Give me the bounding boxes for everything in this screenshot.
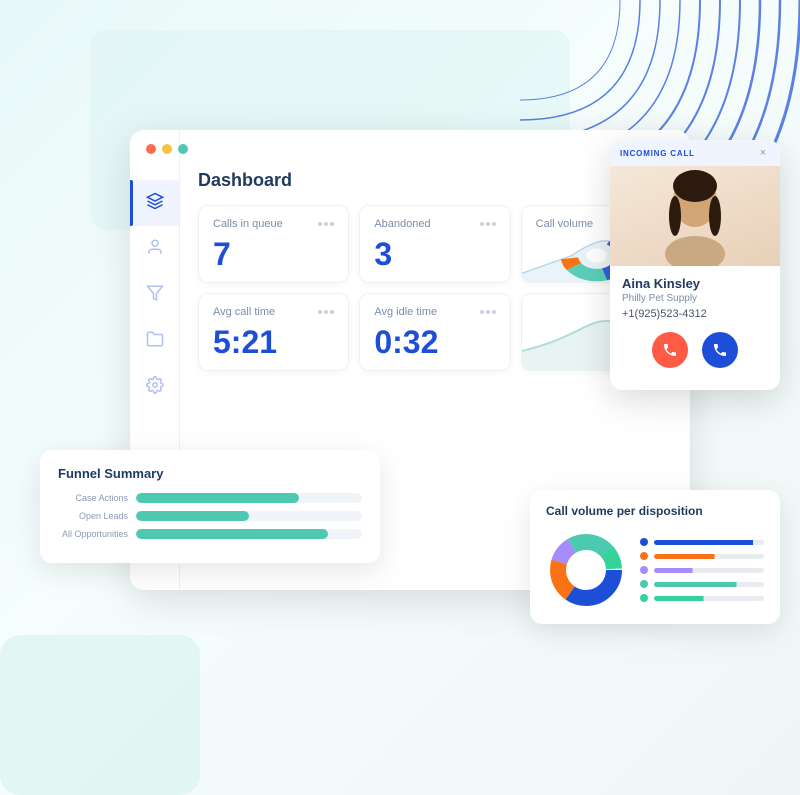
metric-idletime-menu[interactable] (480, 310, 496, 314)
metric-calls-label: Calls in queue (213, 218, 283, 230)
metric-calls-header: Calls in queue (213, 218, 334, 230)
metric-abandoned-menu[interactable] (480, 222, 496, 226)
funnel-title: Funnel Summary (58, 466, 362, 481)
legend-item-4 (640, 580, 764, 588)
legend-dot-3 (640, 566, 648, 574)
metric-abandoned-header: Abandoned (374, 218, 495, 230)
user-icon (146, 238, 164, 261)
window-close-dot[interactable] (146, 144, 156, 154)
dot3 (492, 222, 496, 226)
sidebar-item-dashboard[interactable] (130, 180, 179, 226)
dot3 (492, 310, 496, 314)
sidebar-item-files[interactable] (130, 318, 179, 364)
funnel-row-case-actions: Case Actions (58, 493, 362, 503)
funnel-label-all-opps: All Opportunities (58, 529, 128, 539)
window-minimize-dot[interactable] (162, 144, 172, 154)
legend-item-3 (640, 566, 764, 574)
metrics-grid: Calls in queue 7 Abandoned (198, 205, 672, 371)
dot1 (480, 222, 484, 226)
funnel-bar-fill-1 (136, 493, 299, 503)
metric-avg-call-time: Avg call time 5:21 (198, 293, 349, 371)
metric-calltime-header: Avg call time (213, 306, 334, 318)
metric-calls-menu[interactable] (318, 222, 334, 226)
window-maximize-dot[interactable] (178, 144, 188, 154)
metric-idletime-value: 0:32 (374, 326, 495, 358)
window-controls (146, 144, 188, 154)
filter-icon (146, 284, 164, 307)
caller-name: Aina Kinsley (622, 276, 768, 291)
call-decline-button[interactable] (652, 332, 688, 368)
caller-info: Aina Kinsley Philly Pet Supply +1(925)52… (610, 266, 780, 390)
metric-avg-idle-time: Avg idle time 0:32 (359, 293, 510, 371)
funnel-summary-card: Funnel Summary Case Actions Open Leads A… (40, 450, 380, 563)
incoming-label: INCOMING CALL (620, 149, 695, 158)
dot1 (318, 310, 322, 314)
funnel-label-open-leads: Open Leads (58, 511, 128, 521)
incoming-call-close-button[interactable]: × (756, 146, 770, 160)
legend-items (640, 538, 764, 602)
legend-item-5 (640, 594, 764, 602)
incoming-call-card: INCOMING CALL × Aina Kinsley Philly Pet … (610, 140, 780, 390)
legend-dot-1 (640, 538, 648, 546)
funnel-bar-fill-3 (136, 529, 328, 539)
dot1 (318, 222, 322, 226)
disposition-card: Call volume per disposition (530, 490, 780, 624)
caller-company: Philly Pet Supply (622, 293, 768, 304)
dot1 (480, 310, 484, 314)
funnel-row-all-opps: All Opportunities (58, 529, 362, 539)
metric-idletime-header: Avg idle time (374, 306, 495, 318)
legend-dot-4 (640, 580, 648, 588)
legend-item-2 (640, 552, 764, 560)
legend-bar-2 (654, 554, 764, 559)
caller-photo (610, 166, 780, 266)
metric-calltime-value: 5:21 (213, 326, 334, 358)
call-actions (622, 332, 768, 380)
funnel-bar-bg-2 (136, 511, 362, 521)
metric-calltime-label: Avg call time (213, 306, 275, 318)
funnel-label-case-actions: Case Actions (58, 493, 128, 503)
metric-abandoned-label: Abandoned (374, 218, 430, 230)
dot3 (330, 310, 334, 314)
dot2 (324, 222, 328, 226)
funnel-bar-bg-3 (136, 529, 362, 539)
sidebar-item-users[interactable] (130, 226, 179, 272)
dot2 (486, 310, 490, 314)
funnel-bar-fill-2 (136, 511, 249, 521)
funnel-row-open-leads: Open Leads (58, 511, 362, 521)
dot2 (486, 222, 490, 226)
page-title: Dashboard (198, 170, 672, 191)
legend-bar-5 (654, 596, 764, 601)
folder-icon (146, 330, 164, 353)
disposition-title: Call volume per disposition (546, 504, 764, 518)
gear-icon (146, 376, 164, 399)
caller-phone: +1(925)523-4312 (622, 308, 768, 320)
metric-idletime-label: Avg idle time (374, 306, 437, 318)
sidebar-item-settings[interactable] (130, 364, 179, 410)
legend-bar-1 (654, 540, 764, 545)
disposition-content (546, 530, 764, 610)
dot3 (330, 222, 334, 226)
funnel-rows: Case Actions Open Leads All Opportunitie… (58, 493, 362, 539)
funnel-bar-bg-1 (136, 493, 362, 503)
metric-abandoned: Abandoned 3 (359, 205, 510, 283)
teal-corner-decoration (0, 635, 200, 795)
layers-icon (146, 192, 164, 215)
dot2 (324, 310, 328, 314)
legend-dot-2 (640, 552, 648, 560)
call-accept-button[interactable] (702, 332, 738, 368)
metric-calls-in-queue: Calls in queue 7 (198, 205, 349, 283)
donut-chart (546, 530, 626, 610)
incoming-call-header: INCOMING CALL × (610, 140, 780, 166)
legend-dot-5 (640, 594, 648, 602)
sidebar-item-filter[interactable] (130, 272, 179, 318)
metric-abandoned-value: 3 (374, 238, 495, 270)
legend-item-1 (640, 538, 764, 546)
legend-bar-4 (654, 582, 764, 587)
metric-calls-value: 7 (213, 238, 334, 270)
metric-calltime-menu[interactable] (318, 310, 334, 314)
legend-bar-3 (654, 568, 764, 573)
